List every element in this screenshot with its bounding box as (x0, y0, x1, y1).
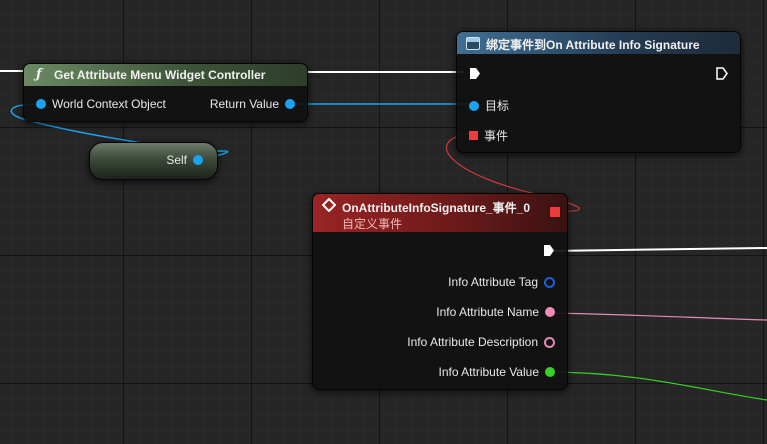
return-value-pin-icon[interactable] (285, 99, 295, 109)
info-attribute-name-label: Info Attribute Name (436, 305, 539, 319)
event-pin[interactable]: 事件 (469, 127, 508, 144)
exec-in-icon[interactable] (469, 67, 481, 80)
name-wire (545, 312, 767, 321)
info-attribute-description-pin[interactable]: Info Attribute Description (407, 335, 555, 349)
exec-out-icon[interactable] (543, 244, 555, 257)
custom-event-subtitle: 自定义事件 (342, 217, 403, 231)
return-value-pin[interactable]: Return Value (210, 97, 295, 111)
get-controller-header[interactable]: ƒ Get Attribute Menu Widget Controller (24, 64, 307, 86)
custom-event-node[interactable]: OnAttributeInfoSignature_事件_0 自定义事件 Info… (312, 193, 568, 390)
info-attribute-tag-pin[interactable]: Info Attribute Tag (448, 275, 555, 289)
info-attribute-name-pin[interactable]: Info Attribute Name (436, 305, 555, 319)
target-label: 目标 (485, 99, 510, 113)
self-node[interactable]: Self (89, 142, 218, 180)
bind-exec-out-pin[interactable] (716, 67, 728, 80)
self-label: Self (166, 153, 187, 167)
world-context-pin[interactable]: World Context Object (36, 97, 166, 111)
value-wire (545, 371, 767, 401)
info-attribute-tag-label: Info Attribute Tag (448, 275, 538, 289)
self-pin[interactable]: Self (166, 153, 203, 167)
event-pin-icon[interactable] (469, 131, 478, 140)
info-attribute-value-label: Info Attribute Value (438, 365, 539, 379)
custom-event-header[interactable]: OnAttributeInfoSignature_事件_0 自定义事件 (313, 194, 567, 232)
return-value-label: Return Value (209, 97, 279, 111)
event-label: 事件 (484, 129, 509, 143)
delegate-output-pin-icon[interactable] (550, 207, 560, 217)
target-pin-icon[interactable] (469, 100, 479, 111)
bind-event-icon (466, 37, 480, 50)
get-controller-node[interactable]: ƒ Get Attribute Menu Widget Controller W… (23, 63, 308, 122)
text-pin-icon[interactable] (544, 336, 555, 348)
custom-event-title: OnAttributeInfoSignature_事件_0 (342, 201, 531, 215)
event-diamond-icon (322, 198, 336, 212)
bind-event-node[interactable]: 绑定事件到On Attribute Info Signature 目标 事件 (456, 31, 741, 153)
exec-wire-out (547, 247, 767, 252)
self-pin-icon[interactable] (193, 155, 203, 165)
world-context-label: World Context Object (52, 97, 166, 111)
struct-pin-icon[interactable] (544, 276, 555, 288)
get-controller-title: Get Attribute Menu Widget Controller (54, 68, 266, 82)
bind-event-title: 绑定事件到On Attribute Info Signature (486, 38, 700, 52)
function-icon: ƒ (36, 67, 42, 82)
info-attribute-description-label: Info Attribute Description (407, 335, 538, 349)
info-attribute-value-pin[interactable]: Info Attribute Value (438, 365, 555, 379)
bind-exec-in-pin[interactable] (469, 67, 481, 80)
float-pin-icon[interactable] (545, 367, 555, 377)
string-pin-icon[interactable] (545, 307, 555, 317)
target-pin[interactable]: 目标 (469, 97, 509, 114)
exec-out-icon[interactable] (716, 67, 728, 80)
custom-event-exec-out-pin[interactable] (543, 244, 555, 257)
world-context-pin-icon[interactable] (36, 99, 46, 109)
bind-event-header[interactable]: 绑定事件到On Attribute Info Signature (457, 32, 740, 54)
